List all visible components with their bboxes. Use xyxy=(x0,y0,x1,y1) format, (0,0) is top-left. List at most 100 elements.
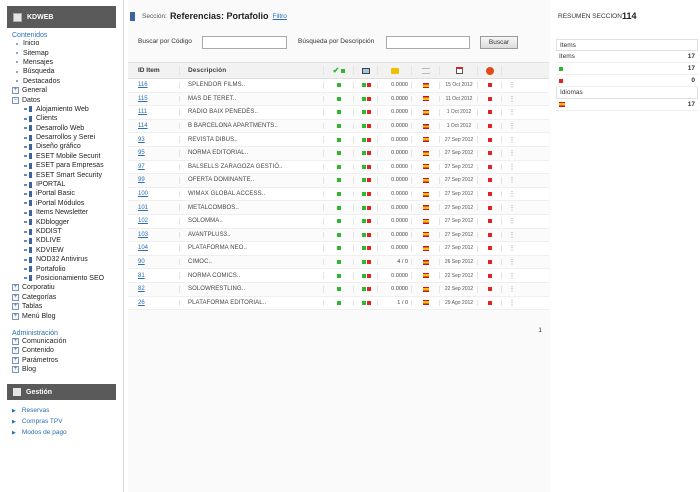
row-menu-icon[interactable]: ⋮ xyxy=(502,147,522,160)
item-id-link[interactable]: 103 xyxy=(138,232,148,238)
expand-icon[interactable]: + xyxy=(12,87,19,95)
nav-item-datos[interactable]: Desarrollo Web xyxy=(0,124,123,133)
cell-active[interactable] xyxy=(324,242,354,255)
expand-icon[interactable]: + xyxy=(12,337,19,345)
nav-item-datos[interactable]: KDVIEW xyxy=(0,246,123,255)
cell-delete[interactable] xyxy=(478,120,502,133)
item-id-link[interactable]: 95 xyxy=(138,150,145,156)
status-active-icon[interactable] xyxy=(337,110,341,115)
row-menu-icon[interactable]: ⋮ xyxy=(502,242,522,255)
nav-admin-item[interactable]: + Contenido xyxy=(0,346,123,355)
cell-delete[interactable] xyxy=(478,133,502,146)
delete-icon[interactable] xyxy=(488,151,492,156)
status-active-icon[interactable] xyxy=(337,137,341,142)
toggle-visible-icon[interactable] xyxy=(361,205,371,210)
delete-icon[interactable] xyxy=(488,192,492,197)
cell-delete[interactable] xyxy=(478,201,502,214)
collapse-icon[interactable]: − xyxy=(12,96,19,104)
delete-icon[interactable] xyxy=(488,273,492,278)
col-list[interactable] xyxy=(412,63,440,78)
toggle-visible-icon[interactable] xyxy=(361,110,371,115)
cell-active[interactable] xyxy=(324,188,354,201)
col-files[interactable] xyxy=(378,63,412,78)
item-id-link[interactable]: 115 xyxy=(138,96,148,102)
delete-icon[interactable] xyxy=(488,124,492,129)
cell-delete[interactable] xyxy=(478,79,502,92)
cell-visible[interactable] xyxy=(354,174,378,187)
cell-delete[interactable] xyxy=(478,215,502,228)
delete-icon[interactable] xyxy=(488,110,492,115)
gestion-item[interactable]: ▶ Modos de pago xyxy=(0,427,123,438)
row-menu-icon[interactable]: ⋮ xyxy=(502,201,522,214)
gestion-bar[interactable]: Gestión xyxy=(7,384,116,401)
row-menu-icon[interactable]: ⋮ xyxy=(502,269,522,282)
expand-icon[interactable]: + xyxy=(12,347,19,355)
status-active-icon[interactable] xyxy=(337,178,341,183)
row-menu-icon[interactable]: ⋮ xyxy=(502,297,522,310)
cell-active[interactable] xyxy=(324,120,354,133)
cell-delete[interactable] xyxy=(478,242,502,255)
nav-item-datos[interactable]: KDDIST xyxy=(0,227,123,236)
delete-icon[interactable] xyxy=(488,260,492,265)
cell-delete[interactable] xyxy=(478,269,502,282)
item-id-link[interactable]: 102 xyxy=(138,218,148,224)
col-active[interactable]: ✔ xyxy=(324,63,354,78)
cell-active[interactable] xyxy=(324,79,354,92)
status-active-icon[interactable] xyxy=(337,124,341,129)
toggle-visible-icon[interactable] xyxy=(361,83,371,88)
cell-active[interactable] xyxy=(324,93,354,106)
item-id-link[interactable]: 111 xyxy=(138,109,147,115)
row-menu-icon[interactable]: ⋮ xyxy=(502,188,522,201)
delete-icon[interactable] xyxy=(488,205,492,210)
nav-general[interactable]: + General xyxy=(0,86,123,95)
item-id-link[interactable]: 99 xyxy=(138,177,145,183)
toggle-visible-icon[interactable] xyxy=(361,192,371,197)
toggle-visible-icon[interactable] xyxy=(361,151,371,156)
delete-icon[interactable] xyxy=(488,300,492,305)
status-active-icon[interactable] xyxy=(337,164,341,169)
cell-visible[interactable] xyxy=(354,229,378,242)
delete-icon[interactable] xyxy=(488,137,492,142)
cell-delete[interactable] xyxy=(478,161,502,174)
search-code-input[interactable] xyxy=(202,36,287,49)
item-id-link[interactable]: 81 xyxy=(138,273,145,279)
nav-item-datos[interactable]: NOD32 Antivirus xyxy=(0,255,123,264)
nav-datos[interactable]: − Datos xyxy=(0,95,123,104)
toggle-visible-icon[interactable] xyxy=(361,273,371,278)
col-visible[interactable] xyxy=(354,63,378,78)
expand-icon[interactable]: + xyxy=(12,312,19,320)
nav-admin-item[interactable]: + Comunicación xyxy=(0,337,123,346)
cell-active[interactable] xyxy=(324,161,354,174)
toggle-visible-icon[interactable] xyxy=(361,246,371,251)
status-active-icon[interactable] xyxy=(337,287,341,292)
row-menu-icon[interactable]: ⋮ xyxy=(502,256,522,269)
nav-item-datos[interactable]: Items Newsletter xyxy=(0,208,123,217)
row-menu-icon[interactable]: ⋮ xyxy=(502,283,522,296)
col-id[interactable]: ID Item xyxy=(128,63,180,78)
col-delete[interactable] xyxy=(478,63,502,78)
cell-visible[interactable] xyxy=(354,93,378,106)
cell-visible[interactable] xyxy=(354,106,378,119)
status-active-icon[interactable] xyxy=(337,151,341,156)
row-menu-icon[interactable]: ⋮ xyxy=(502,133,522,146)
pager[interactable]: 1 xyxy=(538,327,542,334)
nav-item-datos[interactable]: KDblogger xyxy=(0,217,123,226)
cell-active[interactable] xyxy=(324,215,354,228)
status-active-icon[interactable] xyxy=(337,205,341,210)
nav-item-datos[interactable]: ESET para Empresas xyxy=(0,161,123,170)
gestion-item[interactable]: ▶ Compras TPV xyxy=(0,416,123,427)
expand-icon[interactable]: + xyxy=(12,293,19,301)
cell-visible[interactable] xyxy=(354,201,378,214)
item-id-link[interactable]: 116 xyxy=(138,82,148,88)
item-id-link[interactable]: 26 xyxy=(138,300,145,306)
toggle-visible-icon[interactable] xyxy=(361,164,371,169)
cell-delete[interactable] xyxy=(478,297,502,310)
nav-group[interactable]: + Categorías xyxy=(0,293,123,302)
nav-item-datos[interactable]: ESET Smart Security xyxy=(0,170,123,179)
item-id-link[interactable]: 90 xyxy=(138,259,145,265)
cell-visible[interactable] xyxy=(354,120,378,133)
cell-visible[interactable] xyxy=(354,215,378,228)
cell-visible[interactable] xyxy=(354,161,378,174)
nav-item-datos[interactable]: Clients xyxy=(0,114,123,123)
status-active-icon[interactable] xyxy=(337,96,341,101)
